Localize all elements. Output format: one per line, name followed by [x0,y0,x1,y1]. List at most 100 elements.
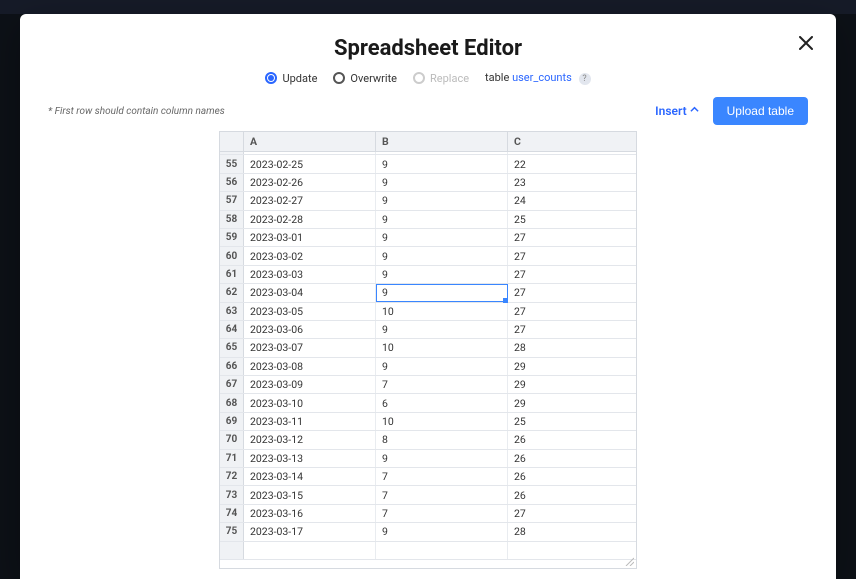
cell[interactable]: 2023-03-03 [244,266,376,283]
row-number[interactable]: 55 [220,155,244,172]
cell[interactable]: 27 [508,266,636,283]
cell[interactable]: 29 [508,394,636,411]
cell[interactable]: 2023-02-26 [244,174,376,191]
cell[interactable]: 2023-03-08 [244,358,376,375]
row-number[interactable]: 62 [220,284,244,301]
cell[interactable]: 6 [376,152,508,154]
row-number[interactable]: 60 [220,247,244,264]
row-number[interactable]: 69 [220,413,244,430]
cell[interactable]: 10 [376,303,508,320]
cell[interactable]: 9 [376,450,508,467]
column-header-a[interactable]: A [244,132,376,151]
table-name-link[interactable]: user_counts [512,71,572,84]
upload-table-button[interactable]: Upload table [713,97,808,125]
cell[interactable]: 2023-03-11 [244,413,376,430]
cell[interactable]: 9 [376,321,508,338]
cell[interactable]: 6 [376,394,508,411]
cell[interactable]: 9 [376,174,508,191]
spreadsheet[interactable]: A B C 542023-02-24621552023-02-259225620… [219,131,637,569]
cell[interactable]: 2023-03-02 [244,247,376,264]
cell[interactable]: 27 [508,321,636,338]
cell[interactable]: 9 [376,284,508,301]
cell[interactable]: 27 [508,229,636,246]
cell[interactable]: 22 [508,155,636,172]
cell[interactable]: 2023-02-27 [244,192,376,209]
row-number[interactable]: 54 [220,152,244,154]
cell[interactable]: 2023-02-28 [244,211,376,228]
row-number[interactable]: 59 [220,229,244,246]
row-number[interactable]: 70 [220,431,244,448]
cell[interactable]: 23 [508,174,636,191]
cell[interactable]: 2023-03-13 [244,450,376,467]
cell[interactable]: 9 [376,229,508,246]
cell[interactable]: 29 [508,358,636,375]
cell[interactable]: 2023-03-15 [244,486,376,503]
cell[interactable]: 2023-03-16 [244,505,376,522]
cell[interactable]: 9 [376,358,508,375]
row-number[interactable]: 65 [220,339,244,356]
cell[interactable]: 2023-03-09 [244,376,376,393]
cell[interactable]: 25 [508,413,636,430]
cell[interactable]: 26 [508,450,636,467]
cell[interactable]: 9 [376,523,508,540]
cell[interactable]: 2023-03-07 [244,339,376,356]
cell[interactable]: 2023-03-17 [244,523,376,540]
cell[interactable]: 2023-02-24 [244,152,376,154]
column-header-c[interactable]: C [508,132,636,151]
cell[interactable]: 21 [508,152,636,154]
row-number[interactable]: 71 [220,450,244,467]
insert-button[interactable]: Insert [655,104,698,118]
cell[interactable]: 2023-03-06 [244,321,376,338]
row-number[interactable]: 67 [220,376,244,393]
cell[interactable] [508,542,636,559]
cell[interactable]: 10 [376,413,508,430]
cell[interactable]: 2023-03-05 [244,303,376,320]
row-number[interactable]: 63 [220,303,244,320]
cell[interactable]: 2023-02-25 [244,155,376,172]
cell[interactable]: 26 [508,486,636,503]
row-number[interactable]: 72 [220,468,244,485]
cell[interactable] [376,542,508,559]
cell[interactable]: 9 [376,211,508,228]
row-number[interactable]: 66 [220,358,244,375]
cell[interactable]: 24 [508,192,636,209]
cell[interactable]: 2023-03-01 [244,229,376,246]
close-button[interactable] [794,32,818,56]
help-icon[interactable]: ? [579,73,591,85]
cell[interactable]: 9 [376,247,508,264]
row-number[interactable]: 58 [220,211,244,228]
cell[interactable]: 10 [376,339,508,356]
cell[interactable]: 29 [508,376,636,393]
cell[interactable]: 7 [376,486,508,503]
cell[interactable]: 9 [376,155,508,172]
row-number[interactable]: 68 [220,394,244,411]
mode-radio-overwrite[interactable]: Overwrite [333,72,397,85]
row-number[interactable]: 74 [220,505,244,522]
sheet-body[interactable]: 542023-02-24621552023-02-25922562023-02-… [220,152,636,568]
cell[interactable]: 27 [508,247,636,264]
cell[interactable]: 27 [508,505,636,522]
cell[interactable]: 25 [508,211,636,228]
cell[interactable]: 9 [376,266,508,283]
cell[interactable]: 9 [376,192,508,209]
row-number[interactable]: 61 [220,266,244,283]
corner-cell[interactable] [220,132,244,151]
column-header-b[interactable]: B [376,132,508,151]
cell[interactable]: 2023-03-04 [244,284,376,301]
row-number[interactable] [220,542,244,559]
cell[interactable]: 28 [508,523,636,540]
cell[interactable]: 2023-03-10 [244,394,376,411]
cell[interactable] [244,542,376,559]
cell[interactable]: 8 [376,431,508,448]
row-number[interactable]: 57 [220,192,244,209]
row-number[interactable]: 64 [220,321,244,338]
cell[interactable]: 7 [376,468,508,485]
cell[interactable]: 27 [508,284,636,301]
resize-handle[interactable] [624,556,634,566]
cell[interactable]: 7 [376,376,508,393]
mode-radio-update[interactable]: Update [265,72,317,85]
cell[interactable]: 26 [508,431,636,448]
cell[interactable]: 28 [508,339,636,356]
row-number[interactable]: 73 [220,486,244,503]
row-number[interactable]: 75 [220,523,244,540]
